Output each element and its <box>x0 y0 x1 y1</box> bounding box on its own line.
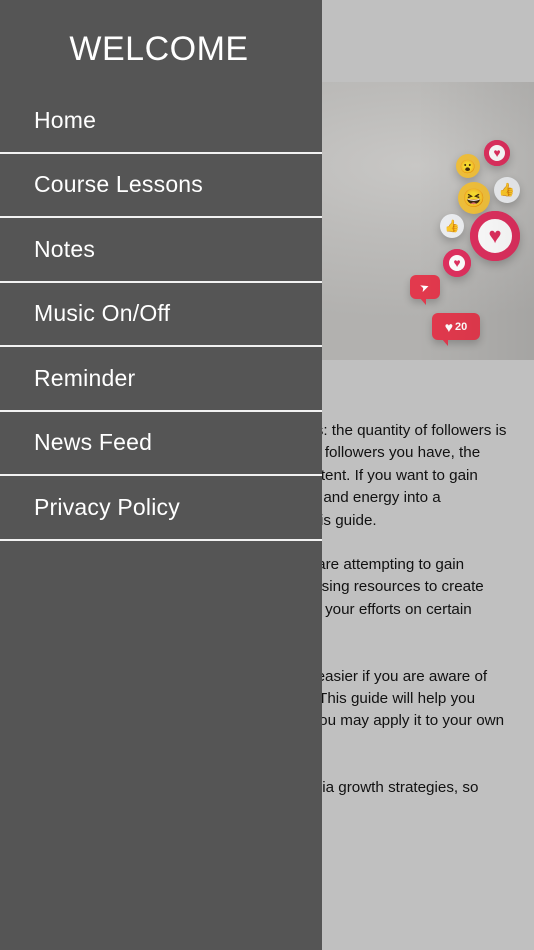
menu-item-label: Privacy Policy <box>34 493 180 520</box>
menu-item-label: Music On/Off <box>34 300 171 327</box>
drawer-menu: Home Course Lessons Notes Music On/Off R… <box>0 89 322 541</box>
drawer-title: WELCOME <box>69 30 249 68</box>
menu-item-label: Home <box>34 106 97 133</box>
menu-item-reminder[interactable]: Reminder <box>0 347 322 412</box>
menu-item-news-feed[interactable]: News Feed <box>0 412 322 476</box>
menu-item-course-lessons[interactable]: Course Lessons <box>0 154 322 218</box>
menu-item-notes[interactable]: Notes <box>0 218 322 283</box>
menu-item-label: Notes <box>34 235 96 262</box>
menu-item-label: News Feed <box>34 429 153 456</box>
menu-item-privacy-policy[interactable]: Privacy Policy <box>0 476 322 541</box>
menu-item-music-on-off[interactable]: Music On/Off <box>0 283 322 347</box>
menu-item-label: Reminder <box>34 364 136 391</box>
navigation-drawer: WELCOME Home Course Lessons Notes Music … <box>0 0 322 950</box>
menu-item-home[interactable]: Home <box>0 89 322 154</box>
menu-item-label: Course Lessons <box>34 171 203 198</box>
